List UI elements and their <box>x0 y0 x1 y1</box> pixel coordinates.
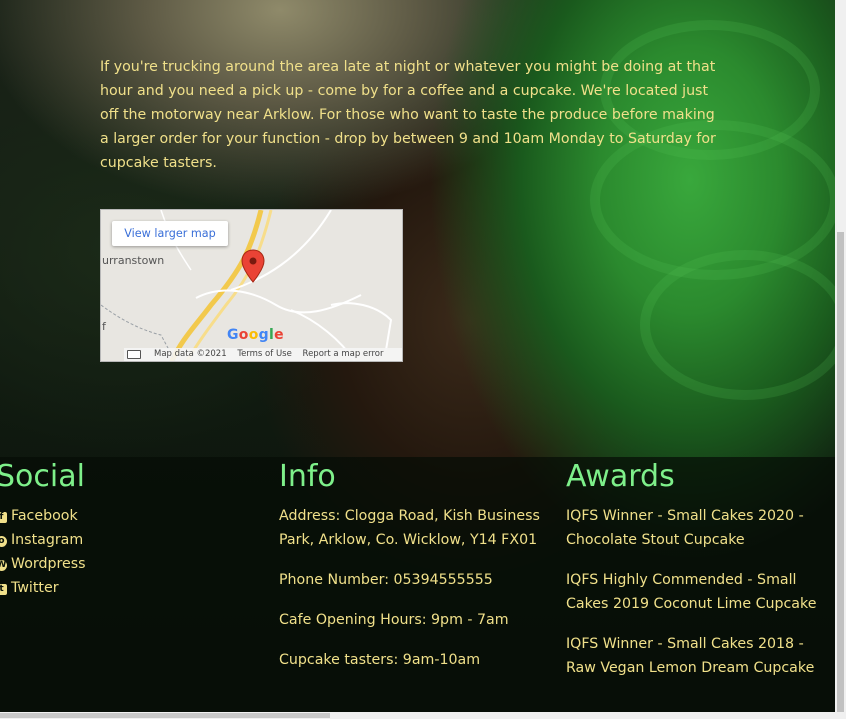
google-logo: Google <box>227 327 284 343</box>
social-link-label: Facebook <box>11 508 78 524</box>
intro-paragraph: If you're trucking around the area late … <box>100 59 716 171</box>
award-item: IQFS Winner - Small Cakes 2020 - Chocola… <box>566 508 804 548</box>
view-larger-map-button[interactable]: View larger map <box>112 221 228 246</box>
terms-of-use-link[interactable]: Terms of Use <box>237 349 292 359</box>
social-link-label: Instagram <box>11 532 84 548</box>
site-footer: Social f Facebook o Instagram W Wordpres… <box>0 457 835 712</box>
social-column: Social f Facebook o Instagram W Wordpres… <box>0 457 246 600</box>
instagram-icon: o <box>0 535 7 547</box>
info-details: Address: Clogga Road, Kish Business Park… <box>279 504 554 672</box>
map-data-label: Map data ©2021 <box>154 349 227 359</box>
social-link-label: Twitter <box>11 580 59 596</box>
info-column: Info Address: Clogga Road, Kish Business… <box>279 457 554 688</box>
keyboard-icon[interactable] <box>127 350 141 359</box>
social-link-instagram[interactable]: o Instagram <box>0 528 246 552</box>
social-link-wordpress[interactable]: W Wordpress <box>0 552 246 576</box>
map-place-label: urranstown <box>102 254 165 267</box>
awards-column: Awards IQFS Winner - Small Cakes 2020 - … <box>566 457 831 696</box>
vertical-scrollbar[interactable] <box>835 0 846 712</box>
vertical-scrollbar-thumb[interactable] <box>837 232 844 712</box>
map-pin-icon[interactable] <box>239 248 267 284</box>
social-link-label: Wordpress <box>11 556 86 572</box>
info-opening-hours: Cafe Opening Hours: 9pm - 7am <box>279 612 509 628</box>
page-viewport: If you're trucking around the area late … <box>0 0 846 719</box>
frosting-swirl-decoration <box>640 250 846 400</box>
awards-heading: Awards <box>566 459 675 494</box>
embedded-map[interactable]: View larger map urranstown f Google Map … <box>100 209 403 362</box>
info-heading: Info <box>279 459 336 494</box>
horizontal-scrollbar[interactable] <box>0 712 846 719</box>
facebook-icon: f <box>0 511 7 523</box>
social-link-facebook[interactable]: f Facebook <box>0 504 246 528</box>
map-edge-letter: f <box>102 320 106 333</box>
twitter-icon: t <box>0 583 7 595</box>
award-item: IQFS Highly Commended - Small Cakes 2019… <box>566 572 817 612</box>
report-map-error-link[interactable]: Report a map error <box>303 349 384 359</box>
award-item: IQFS Winner - Small Cakes 2018 - Raw Veg… <box>566 636 815 676</box>
social-links: f Facebook o Instagram W Wordpress t Twi… <box>0 504 246 600</box>
social-heading: Social <box>0 459 85 494</box>
map-attribution-bar: Map data ©2021 Terms of Use Report a map… <box>124 348 402 361</box>
horizontal-scrollbar-thumb[interactable] <box>0 713 330 718</box>
social-link-twitter[interactable]: t Twitter <box>0 576 246 600</box>
info-phone: Phone Number: 05394555555 <box>279 572 493 588</box>
wordpress-icon: W <box>0 559 7 571</box>
awards-list: IQFS Winner - Small Cakes 2020 - Chocola… <box>566 504 831 680</box>
info-address: Address: Clogga Road, Kish Business Park… <box>279 508 540 548</box>
info-cupcake-tasters: Cupcake tasters: 9am-10am <box>279 652 481 668</box>
